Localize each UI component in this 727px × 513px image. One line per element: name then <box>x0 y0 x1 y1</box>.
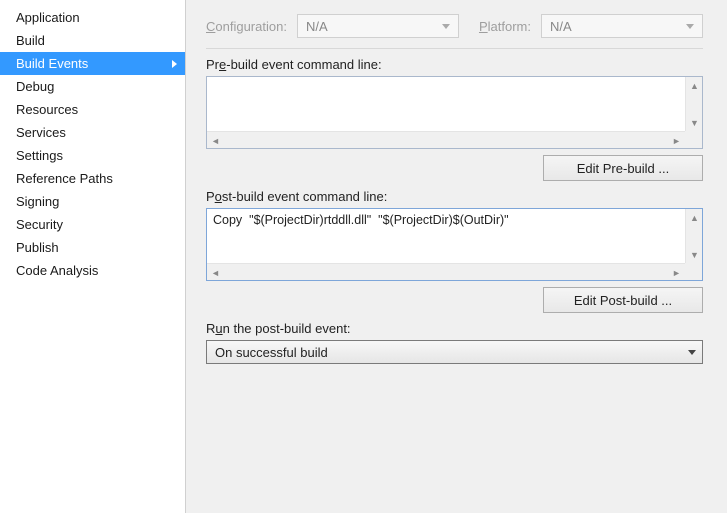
postbuild-section: Post-build event command line: ▲ ▼ ◄ ► E… <box>206 189 703 313</box>
sidebar-item-signing[interactable]: Signing <box>0 190 185 213</box>
sidebar-item-settings[interactable]: Settings <box>0 144 185 167</box>
run-label: Run the post-build event: <box>206 321 703 336</box>
run-postbuild-value: On successful build <box>215 345 328 360</box>
chevron-down-icon <box>686 24 694 29</box>
run-section: Run the post-build event: On successful … <box>206 321 703 364</box>
scroll-corner <box>685 263 702 280</box>
main-panel: Configuration: N/A Platform: N/A Pre-bui… <box>186 0 727 513</box>
scroll-down-icon[interactable]: ▼ <box>686 246 703 263</box>
sidebar-item-reference-paths[interactable]: Reference Paths <box>0 167 185 190</box>
sidebar: Application Build Build Events Debug Res… <box>0 0 186 513</box>
postbuild-hscrollbar[interactable]: ◄ ► <box>207 263 685 280</box>
prebuild-section: Pre-build event command line: ▲ ▼ ◄ ► Ed… <box>206 57 703 181</box>
sidebar-item-debug[interactable]: Debug <box>0 75 185 98</box>
scroll-right-icon[interactable]: ► <box>668 264 685 281</box>
prebuild-vscrollbar[interactable]: ▲ ▼ <box>685 77 702 131</box>
scroll-right-icon[interactable]: ► <box>668 132 685 149</box>
scroll-left-icon[interactable]: ◄ <box>207 264 224 281</box>
sidebar-item-build-events[interactable]: Build Events <box>0 52 185 75</box>
prebuild-hscrollbar[interactable]: ◄ ► <box>207 131 685 148</box>
prebuild-textarea-wrap: ▲ ▼ ◄ ► <box>206 76 703 149</box>
prebuild-label: Pre-build event command line: <box>206 57 703 72</box>
sidebar-item-resources[interactable]: Resources <box>0 98 185 121</box>
scroll-up-icon[interactable]: ▲ <box>686 77 703 94</box>
sidebar-item-publish[interactable]: Publish <box>0 236 185 259</box>
sidebar-item-build[interactable]: Build <box>0 29 185 52</box>
chevron-down-icon <box>442 24 450 29</box>
platform-value: N/A <box>550 19 572 34</box>
scroll-corner <box>685 131 702 148</box>
sidebar-item-security[interactable]: Security <box>0 213 185 236</box>
postbuild-vscrollbar[interactable]: ▲ ▼ <box>685 209 702 263</box>
scroll-down-icon[interactable]: ▼ <box>686 114 703 131</box>
chevron-down-icon <box>688 350 696 355</box>
platform-label: Platform: <box>479 19 531 34</box>
configuration-label: Configuration: <box>206 19 287 34</box>
configuration-dropdown: N/A <box>297 14 459 38</box>
edit-postbuild-button[interactable]: Edit Post-build ... <box>543 287 703 313</box>
platform-dropdown: N/A <box>541 14 703 38</box>
postbuild-textarea-wrap: ▲ ▼ ◄ ► <box>206 208 703 281</box>
scroll-up-icon[interactable]: ▲ <box>686 209 703 226</box>
config-row: Configuration: N/A Platform: N/A <box>206 14 703 49</box>
scroll-left-icon[interactable]: ◄ <box>207 132 224 149</box>
configuration-value: N/A <box>306 19 328 34</box>
sidebar-item-services[interactable]: Services <box>0 121 185 144</box>
edit-prebuild-button[interactable]: Edit Pre-build ... <box>543 155 703 181</box>
sidebar-item-code-analysis[interactable]: Code Analysis <box>0 259 185 282</box>
postbuild-label: Post-build event command line: <box>206 189 703 204</box>
sidebar-item-application[interactable]: Application <box>0 6 185 29</box>
run-postbuild-select[interactable]: On successful build <box>206 340 703 364</box>
